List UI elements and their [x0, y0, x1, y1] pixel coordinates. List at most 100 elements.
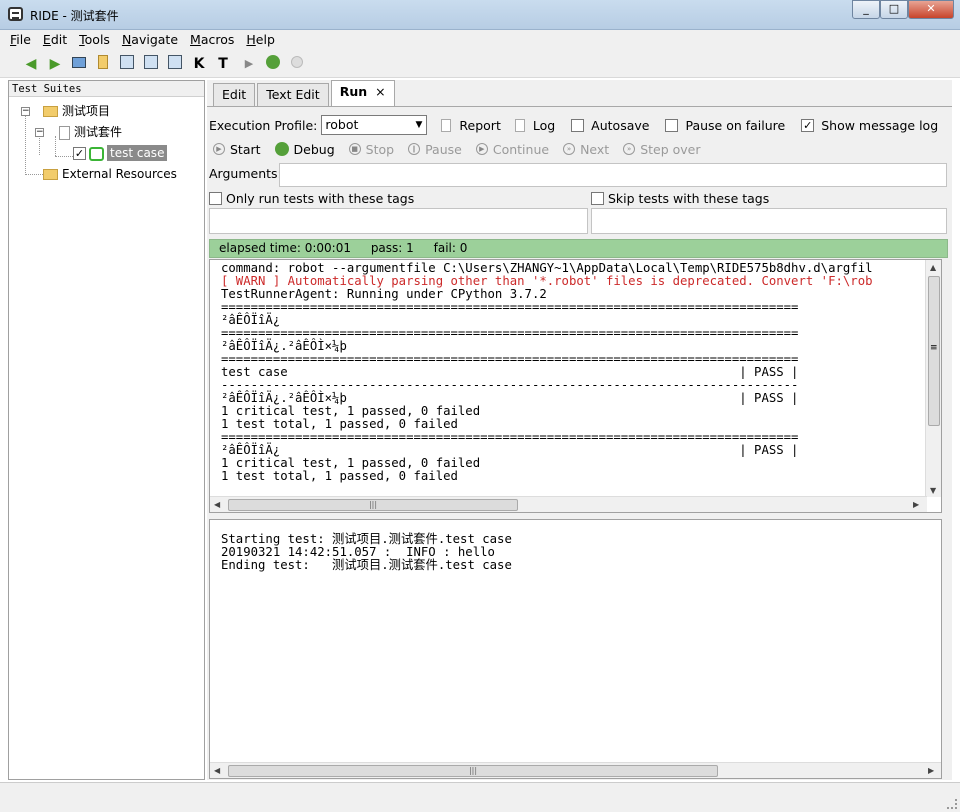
- tab-edit[interactable]: Edit: [213, 83, 256, 106]
- execution-options: Execution Profile: robot Report Log Auto…: [209, 114, 949, 136]
- scroll-left-icon[interactable]: ◀: [214, 766, 220, 775]
- save-icon[interactable]: [118, 55, 136, 73]
- skip-tags-checkbox[interactable]: [591, 192, 604, 205]
- suite-label: 测试套件: [74, 125, 123, 139]
- maximize-button[interactable]: □: [880, 0, 908, 19]
- scroll-left-icon[interactable]: ◀: [214, 500, 220, 509]
- scroll-up-icon[interactable]: ▲: [930, 263, 936, 272]
- tree-node-external-resources[interactable]: External Resources: [43, 165, 177, 183]
- only-run-tags-label: Only run tests with these tags: [226, 191, 415, 206]
- back-arrow-icon[interactable]: ◀: [22, 55, 40, 73]
- stop-icon[interactable]: [288, 55, 306, 73]
- test-suites-tree: Test Suites − 测试项目 − 测试套件 ✓ test case Ext…: [8, 80, 205, 780]
- open-directory-icon[interactable]: [94, 55, 112, 73]
- start-label: Start: [230, 141, 261, 157]
- scroll-right-icon[interactable]: ▶: [913, 500, 919, 509]
- tree-line: [39, 136, 40, 155]
- menu-macros[interactable]: Macros: [190, 30, 234, 50]
- message-log-hscroll-thumb[interactable]: |||: [228, 765, 718, 777]
- save-all-icon[interactable]: [142, 55, 160, 73]
- window-title: RIDE - 测试套件: [30, 9, 119, 23]
- console-warn-line: [ WARN ] Automatically parsing other tha…: [221, 274, 873, 288]
- tab-close-icon[interactable]: ×: [375, 84, 385, 99]
- continue-icon: ▶: [475, 143, 488, 155]
- skip-tags-input[interactable]: [591, 208, 947, 234]
- autosave-label: Autosave: [591, 117, 650, 133]
- debug-label: Debug: [293, 141, 335, 157]
- open-folder-icon[interactable]: [70, 55, 88, 73]
- step-over-label: Step over: [640, 141, 701, 157]
- expander-project[interactable]: −: [21, 107, 30, 116]
- menu-macros-key: M: [190, 32, 201, 47]
- next-icon: »: [563, 143, 576, 155]
- tree-line: [25, 115, 26, 175]
- close-button[interactable]: ✕: [908, 0, 954, 19]
- tree-node-test-case[interactable]: ✓ test case: [73, 144, 168, 162]
- tree-node-suite[interactable]: 测试套件: [59, 123, 122, 141]
- show-message-log-checkbox[interactable]: ✓: [801, 118, 815, 132]
- menu-bar: File Edit Tools Navigate Macros Help: [0, 30, 960, 50]
- menu-file[interactable]: File: [10, 30, 31, 50]
- search-keywords-k-icon[interactable]: K: [190, 55, 208, 73]
- message-log-horizontal-scrollbar[interactable]: ◀ ||| ▶: [210, 762, 941, 778]
- run-controls: ▶ Start Debug ■ Stop ∥ Pause ▶ Continue » Nex…: [213, 139, 715, 159]
- pause-button[interactable]: ∥ Pause: [408, 142, 462, 157]
- menu-help[interactable]: Help: [246, 30, 275, 50]
- scroll-right-icon[interactable]: ▶: [928, 766, 934, 775]
- menu-macros-label: acros: [200, 32, 235, 47]
- only-run-tags-input[interactable]: [209, 208, 588, 234]
- pause-label: Pause: [425, 141, 462, 157]
- console-vertical-scrollbar[interactable]: ▲ ≡ ▼: [925, 260, 941, 497]
- console-horizontal-scrollbar[interactable]: ◀ ||| ▶: [210, 496, 927, 512]
- step-over-button[interactable]: » Step over: [623, 141, 701, 157]
- stop-icon: ■: [348, 143, 361, 155]
- editor-pane: Edit Text Edit Run × Execution Profile: r…: [207, 80, 952, 780]
- pass-count: pass: 1: [370, 241, 414, 255]
- project-label: 测试项目: [62, 104, 111, 118]
- console-runner-line: TestRunnerAgent: Running under CPython 3…: [221, 287, 547, 301]
- bug-icon: [274, 142, 289, 156]
- execution-profile-select[interactable]: robot: [321, 115, 428, 135]
- tab-run[interactable]: Run ×: [330, 80, 395, 107]
- resources-folder-icon: [43, 169, 58, 180]
- fail-count: fail: 0: [433, 241, 468, 255]
- only-run-tags-checkbox[interactable]: [209, 192, 222, 205]
- message-log[interactable]: Starting test: 测试项目.测试套件.test case 20190…: [209, 519, 942, 779]
- title-bar: RIDE - 测试套件 _ □ ✕: [0, 0, 960, 30]
- search-tests-icon[interactable]: T: [214, 55, 232, 73]
- start-button[interactable]: ▶ Start: [213, 142, 261, 157]
- test-case-checkbox[interactable]: ✓: [73, 147, 86, 160]
- console-hscroll-thumb[interactable]: |||: [228, 499, 518, 511]
- menu-navigate-key: N: [121, 32, 132, 47]
- forward-arrow-icon[interactable]: ▶: [46, 55, 64, 73]
- run-icon[interactable]: ▶: [240, 55, 258, 73]
- menu-tools[interactable]: Tools: [79, 30, 110, 50]
- window-controls: _ □ ✕: [852, 0, 954, 19]
- debug-button[interactable]: Debug: [274, 141, 335, 157]
- log-button[interactable]: Log: [533, 118, 555, 133]
- tree-node-project[interactable]: 测试项目: [43, 102, 110, 120]
- minimize-button[interactable]: _: [852, 0, 880, 19]
- menu-edit[interactable]: Edit: [43, 30, 67, 50]
- scroll-down-icon[interactable]: ▼: [930, 486, 936, 495]
- pause-on-failure-label: Pause on failure: [685, 117, 786, 133]
- console-vscroll-thumb[interactable]: ≡: [928, 276, 940, 426]
- console-output[interactable]: command: robot --argumentfile C:\Users\Z…: [209, 259, 942, 513]
- resize-grip-icon[interactable]: [947, 799, 957, 809]
- menu-file-label: ile: [16, 32, 31, 47]
- tree-line: [55, 156, 75, 157]
- tab-text-edit[interactable]: Text Edit: [257, 83, 329, 106]
- debug-icon[interactable]: [264, 55, 282, 73]
- stop-button[interactable]: ■ Stop: [348, 142, 394, 157]
- autosave-checkbox[interactable]: [571, 118, 585, 132]
- next-button[interactable]: » Next: [563, 142, 609, 157]
- menu-navigate[interactable]: Navigate: [122, 30, 178, 50]
- search-keywords-icon[interactable]: [166, 55, 184, 73]
- report-icon: [441, 118, 452, 132]
- pause-on-failure-checkbox[interactable]: [665, 118, 679, 132]
- continue-button[interactable]: ▶ Continue: [475, 142, 549, 157]
- expander-suite[interactable]: −: [35, 128, 44, 137]
- arguments-input[interactable]: [279, 163, 947, 187]
- next-label: Next: [580, 141, 610, 157]
- report-button[interactable]: Report: [459, 118, 500, 133]
